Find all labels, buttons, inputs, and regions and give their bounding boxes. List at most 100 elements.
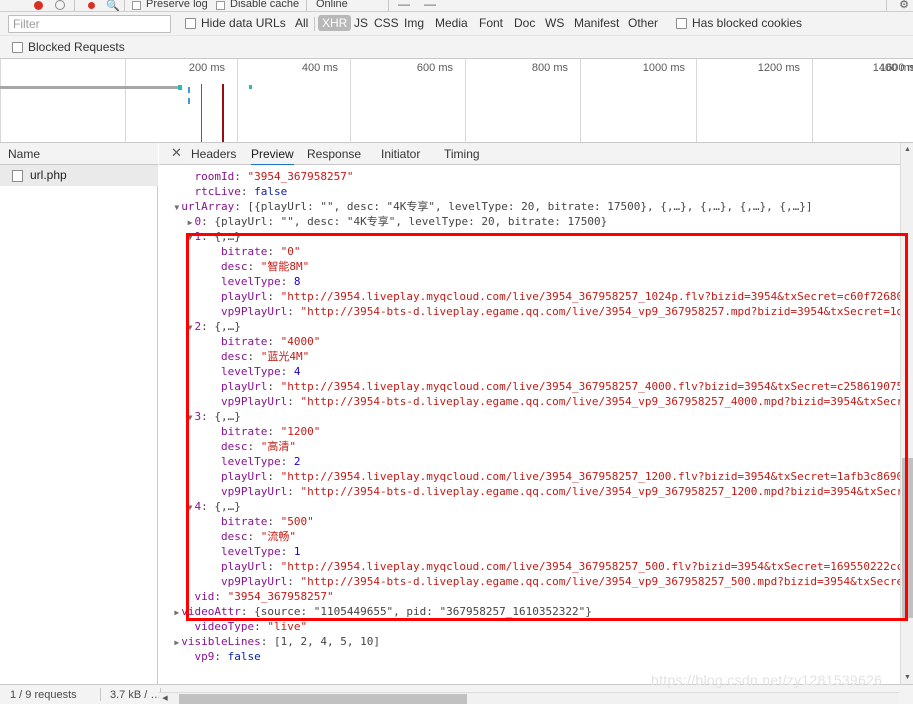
json-preview-line[interactable]: ▼ 3: {,…} — [159, 409, 913, 424]
json-preview-line[interactable]: roomId: "3954_367958257" — [159, 169, 913, 184]
json-preview-line[interactable]: desc: "蓝光4M" — [159, 349, 913, 364]
json-preview-line[interactable]: ▼ 1: {,…} — [159, 229, 913, 244]
type-filter-media[interactable]: Media — [431, 15, 472, 31]
record-icon[interactable] — [34, 1, 43, 10]
json-preview-line[interactable]: levelType: 1 — [159, 544, 913, 559]
json-preview-line[interactable]: bitrate: "500" — [159, 514, 913, 529]
tab-preview[interactable]: Preview — [251, 147, 294, 166]
json-key: desc — [220, 530, 248, 543]
json-preview-line[interactable]: vp9PlayUrl: "http://3954-bts-d.liveplay.… — [159, 484, 913, 499]
json-preview-line[interactable]: desc: "流畅" — [159, 529, 913, 544]
json-preview-line[interactable]: bitrate: "0" — [159, 244, 913, 259]
json-preview-line[interactable]: playUrl: "http://3954.liveplay.myqcloud.… — [159, 469, 913, 484]
chevron-down-icon[interactable]: ▼ — [186, 410, 195, 425]
type-filter-doc[interactable]: Doc — [510, 15, 539, 31]
json-preview-line[interactable]: levelType: 4 — [159, 364, 913, 379]
type-filter-js[interactable]: JS — [350, 15, 372, 31]
horizontal-scrollbar[interactable]: ◀ — [159, 692, 899, 704]
scroll-left-arrow-icon[interactable]: ◀ — [159, 693, 171, 704]
overview-dashed-divider — [188, 87, 190, 104]
json-preview-line[interactable]: desc: "智能8M" — [159, 259, 913, 274]
json-key: vid — [194, 590, 215, 603]
type-filter-ws[interactable]: WS — [541, 15, 568, 31]
scroll-up-arrow-icon[interactable]: ▲ — [901, 143, 913, 156]
json-preview-line[interactable]: vp9PlayUrl: "http://3954-bts-d.liveplay.… — [159, 304, 913, 319]
json-punctuation: : — [280, 365, 294, 378]
type-filter-manifest[interactable]: Manifest — [570, 15, 623, 31]
close-icon[interactable]: ✕ — [171, 146, 182, 159]
preserve-log-checkbox[interactable] — [132, 1, 141, 10]
json-preview-viewport[interactable]: roomId: "3954_367958257" rtcLive: false … — [159, 165, 913, 684]
chevron-down-icon[interactable]: ▼ — [186, 230, 195, 245]
import-har-button[interactable]: — — [398, 0, 410, 11]
disable-cache-checkbox[interactable] — [216, 1, 225, 10]
json-punctuation: : — [201, 320, 215, 333]
request-list-column-name[interactable]: Name — [0, 143, 158, 165]
throttling-label[interactable]: Online — [316, 0, 348, 10]
type-filter-img[interactable]: Img — [400, 15, 428, 31]
has-blocked-cookies-label[interactable]: Has blocked cookies — [692, 16, 802, 30]
filter-icon[interactable] — [88, 2, 95, 9]
chevron-down-icon[interactable]: ▼ — [172, 200, 181, 215]
json-preview-line[interactable]: vp9: false — [159, 649, 913, 664]
json-preview-line[interactable]: bitrate: "4000" — [159, 334, 913, 349]
json-preview-line[interactable]: levelType: 8 — [159, 274, 913, 289]
json-preview-line[interactable]: ▶ visibleLines: [1, 2, 4, 5, 10] — [159, 634, 913, 649]
hide-data-urls-checkbox[interactable] — [185, 18, 196, 29]
chevron-down-icon[interactable]: ▼ — [186, 500, 195, 515]
hide-data-urls-label[interactable]: Hide data URLs — [201, 16, 286, 30]
json-preview-line[interactable]: ▼ 2: {,…} — [159, 319, 913, 334]
json-preview-line[interactable]: playUrl: "http://3954.liveplay.myqcloud.… — [159, 379, 913, 394]
json-preview-line[interactable]: videoType: "live" — [159, 619, 913, 634]
scroll-down-arrow-icon[interactable]: ▼ — [901, 671, 913, 684]
type-filter-css[interactable]: CSS — [370, 15, 403, 31]
vertical-scrollbar-thumb[interactable] — [902, 458, 913, 618]
json-preview-line[interactable]: playUrl: "http://3954.liveplay.myqcloud.… — [159, 559, 913, 574]
json-punctuation: : — [201, 215, 215, 228]
vertical-scrollbar[interactable]: ▲ ▼ — [900, 143, 913, 684]
horizontal-scrollbar-thumb[interactable] — [179, 694, 467, 704]
blocked-requests-label[interactable]: Blocked Requests — [28, 40, 125, 54]
json-preview-line[interactable]: vid: "3954_367958257" — [159, 589, 913, 604]
chevron-right-icon[interactable]: ▶ — [172, 635, 181, 650]
network-overview-timeline[interactable]: 200 ms 400 ms 600 ms 800 ms 1000 ms 1200… — [0, 59, 913, 143]
json-preview-line[interactable]: desc: "高清" — [159, 439, 913, 454]
json-preview-line[interactable]: vp9PlayUrl: "http://3954-bts-d.liveplay.… — [159, 574, 913, 589]
json-preview-line[interactable]: ▼ urlArray: [{playUrl: "", desc: "4K专享", … — [159, 199, 913, 214]
clear-icon[interactable] — [55, 0, 65, 10]
chevron-down-icon[interactable]: ▼ — [186, 320, 195, 335]
type-filter-xhr[interactable]: XHR — [318, 15, 352, 31]
type-filter-font[interactable]: Font — [475, 15, 507, 31]
export-har-button[interactable]: — — [424, 0, 436, 11]
has-blocked-cookies-checkbox[interactable] — [676, 18, 687, 29]
gear-icon[interactable]: ⚙ — [899, 0, 909, 11]
tab-timing[interactable]: Timing — [444, 147, 480, 164]
blocked-requests-checkbox[interactable] — [12, 42, 23, 53]
request-list-row-url-php[interactable]: url.php — [0, 165, 158, 186]
json-preview-line[interactable]: ▶ 0: {playUrl: "", desc: "4K专享", levelTyp… — [159, 214, 913, 229]
chevron-right-icon[interactable]: ▶ — [186, 215, 195, 230]
search-icon[interactable]: 🔍 — [106, 0, 120, 11]
devtools-toolbar: 🔍 Preserve log Disable cache Online — — … — [0, 0, 913, 12]
tab-initiator[interactable]: Initiator — [381, 147, 420, 164]
json-string-value: "http://3954.liveplay.myqcloud.com/live/… — [280, 290, 913, 303]
search-input[interactable] — [8, 15, 171, 33]
json-preview-line[interactable]: ▶ videoAttr: {source: "1105449655", pid: … — [159, 604, 913, 619]
json-preview-line[interactable]: levelType: 2 — [159, 454, 913, 469]
type-filter-other[interactable]: Other — [624, 15, 662, 31]
json-punctuation: : — [267, 380, 281, 393]
tab-headers[interactable]: Headers — [191, 147, 236, 164]
json-preview-line[interactable]: playUrl: "http://3954.liveplay.myqcloud.… — [159, 289, 913, 304]
type-filter-all[interactable]: All — [291, 15, 312, 31]
tab-response[interactable]: Response — [307, 147, 361, 164]
json-preview-line[interactable]: ▼ 4: {,…} — [159, 499, 913, 514]
json-preview-line[interactable]: rtcLive: false — [159, 184, 913, 199]
json-punctuation: : — [240, 185, 255, 198]
json-preview-line[interactable]: bitrate: "1200" — [159, 424, 913, 439]
chevron-right-icon[interactable]: ▶ — [172, 605, 181, 620]
json-preview-line[interactable]: vp9PlayUrl: "http://3954-bts-d.liveplay.… — [159, 394, 913, 409]
